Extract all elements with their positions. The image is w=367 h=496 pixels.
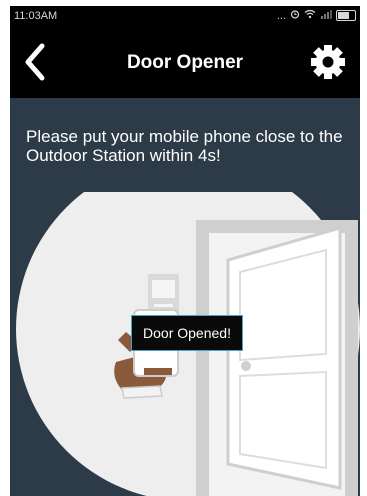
status-icons: ...	[277, 9, 356, 22]
app-screen: 11:03AM ... Door Opener Please put your …	[10, 6, 360, 496]
status-bar: 11:03AM ...	[10, 6, 360, 26]
settings-button[interactable]	[308, 42, 348, 82]
more-icon: ...	[276, 9, 286, 22]
back-button[interactable]	[16, 40, 56, 84]
alarm-icon	[290, 9, 300, 22]
open-door-icon	[196, 220, 358, 496]
signal-icon	[320, 9, 332, 22]
battery-icon	[336, 10, 356, 21]
status-time: 11:03AM	[14, 10, 58, 22]
page-title: Door Opener	[126, 52, 244, 73]
chevron-left-icon	[25, 43, 45, 81]
gear-icon	[311, 45, 345, 79]
toast-message: Door Opened!	[131, 315, 243, 351]
app-bar: Door Opener	[10, 26, 360, 98]
instruction-text: Please put your mobile phone close to th…	[26, 127, 343, 165]
wifi-icon	[304, 9, 316, 22]
